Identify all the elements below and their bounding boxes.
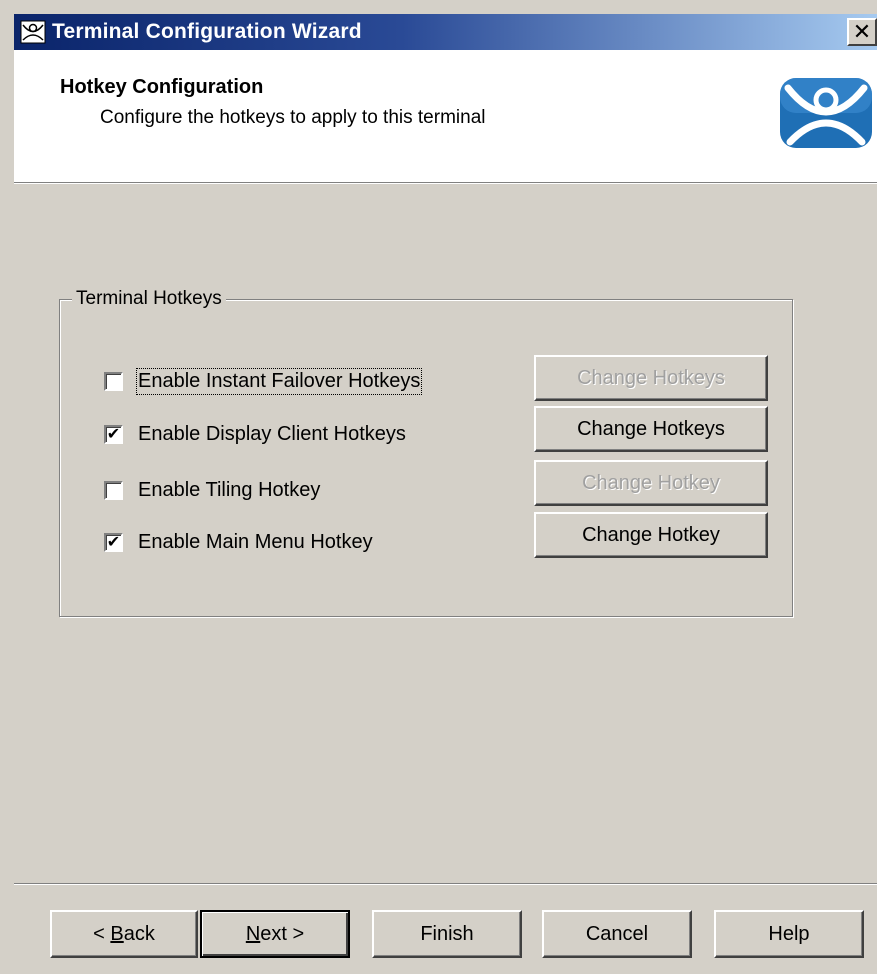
- back-rest: ack: [123, 922, 155, 945]
- header-divider: [14, 182, 877, 184]
- finish-button[interactable]: Finish: [372, 910, 522, 958]
- change-failover-hotkeys-button[interactable]: Change Hotkeys: [534, 355, 768, 401]
- wizard-header: Hotkey Configuration Configure the hotke…: [14, 50, 877, 182]
- tiling-checkbox[interactable]: [104, 480, 123, 500]
- page-title: Hotkey Configuration: [60, 76, 264, 98]
- checkmark-icon: ✔: [106, 532, 121, 551]
- back-prefix: <: [93, 922, 111, 945]
- thinmanager-logo: [780, 78, 872, 148]
- window-title: Terminal Configuration Wizard: [52, 20, 362, 43]
- help-button[interactable]: Help: [714, 910, 864, 958]
- wizard-window: Terminal Configuration Wizard ✕ Hotkey C…: [0, 0, 877, 974]
- cancel-button[interactable]: Cancel: [542, 910, 692, 958]
- change-tiling-hotkey-button[interactable]: Change Hotkey: [534, 460, 768, 506]
- next-rest: ext >: [260, 922, 305, 945]
- footer-divider: [14, 883, 877, 885]
- checkmark-icon: ✔: [106, 424, 121, 443]
- instant-failover-label[interactable]: Enable Instant Failover Hotkeys: [135, 367, 423, 395]
- page-subtitle: Configure the hotkeys to apply to this t…: [100, 107, 486, 128]
- display-client-checkbox[interactable]: ✔: [104, 424, 123, 444]
- display-client-label[interactable]: Enable Display Client Hotkeys: [138, 423, 406, 446]
- group-legend: Terminal Hotkeys: [72, 288, 226, 310]
- thinmanager-icon: [18, 18, 48, 46]
- instant-failover-checkbox[interactable]: [104, 371, 123, 391]
- close-icon: ✕: [852, 19, 872, 45]
- back-button[interactable]: < Back: [50, 910, 198, 958]
- row-main-menu: ✔ Enable Main Menu Hotkey: [104, 528, 373, 556]
- tiling-label[interactable]: Enable Tiling Hotkey: [138, 479, 320, 502]
- main-menu-checkbox[interactable]: ✔: [104, 532, 123, 552]
- change-main-menu-hotkey-button[interactable]: Change Hotkey: [534, 512, 768, 558]
- close-button[interactable]: ✕: [847, 18, 877, 46]
- row-display-client: ✔ Enable Display Client Hotkeys: [104, 420, 406, 448]
- row-instant-failover: Enable Instant Failover Hotkeys: [104, 367, 423, 395]
- next-button[interactable]: Next >: [200, 910, 350, 958]
- terminal-hotkeys-group: [59, 299, 793, 617]
- row-tiling: Enable Tiling Hotkey: [104, 476, 320, 504]
- title-bar[interactable]: Terminal Configuration Wizard ✕: [14, 14, 877, 50]
- next-mnemonic: N: [245, 922, 261, 945]
- back-mnemonic: B: [110, 922, 124, 945]
- change-display-client-hotkeys-button[interactable]: Change Hotkeys: [534, 406, 768, 452]
- main-menu-label[interactable]: Enable Main Menu Hotkey: [138, 531, 373, 554]
